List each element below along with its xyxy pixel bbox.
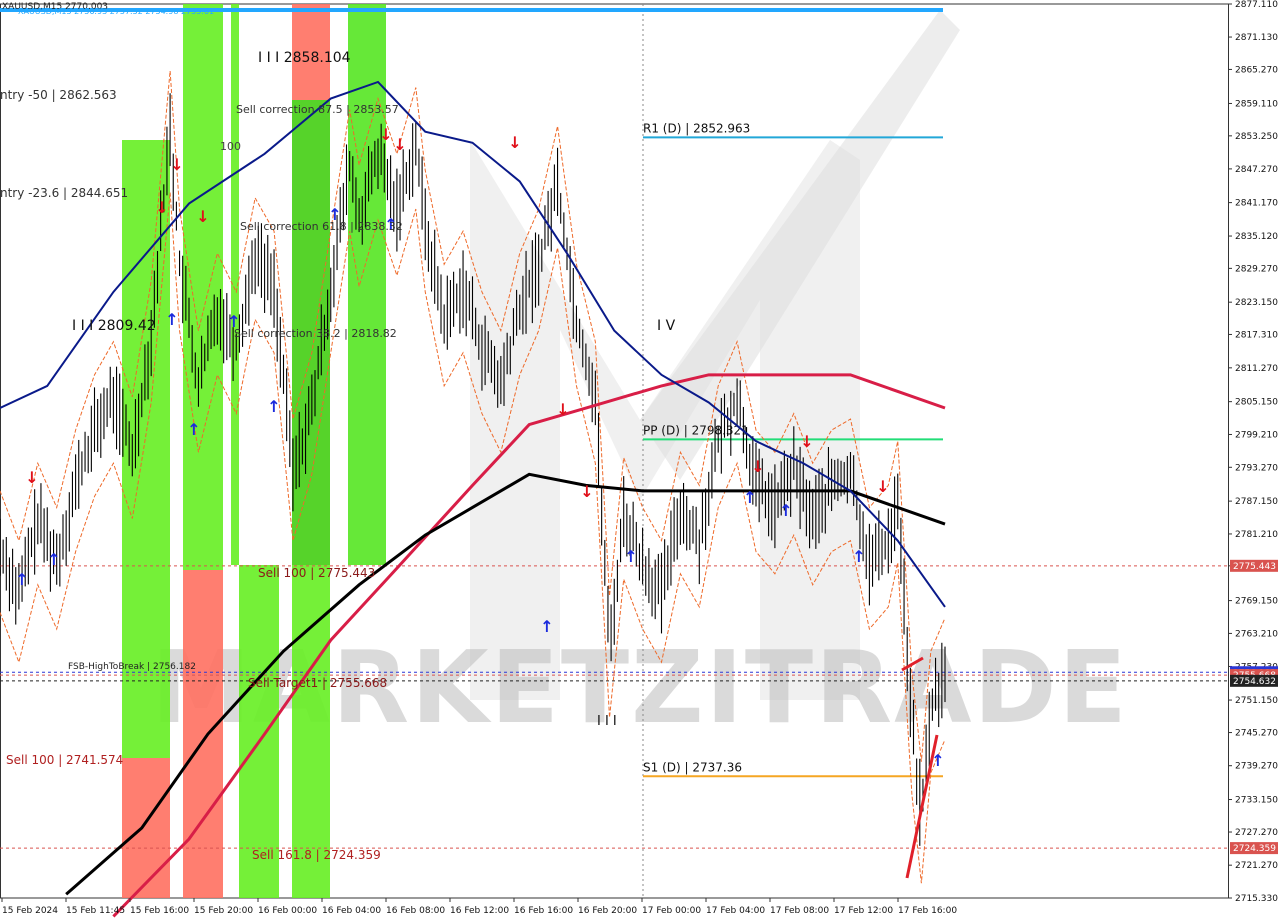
y-axis-tick-label: 2805.150 xyxy=(1235,398,1278,408)
chart-annotation: Sell correction 87.5 | 2853.57 xyxy=(236,103,399,116)
buy-arrow-icon: ↑ xyxy=(624,547,637,566)
chart-annotation: ntry -23.6 | 2844.651 xyxy=(0,186,128,200)
buy-arrow-icon: ↑ xyxy=(779,501,792,520)
y-axis-tick-label: 2847.270 xyxy=(1235,165,1278,175)
y-axis-tick-label: 2871.130 xyxy=(1235,33,1278,43)
zone-band xyxy=(183,570,223,898)
y-axis-tick-label: 2787.150 xyxy=(1235,497,1278,507)
price-tag-label: 2775.443 xyxy=(1233,562,1276,572)
sell-arrow-icon: ↓ xyxy=(800,432,813,451)
y-axis-tick-label: 2853.250 xyxy=(1235,132,1278,142)
y-axis-tick-label: 2865.270 xyxy=(1235,65,1278,75)
y-axis-tick-label: 2733.150 xyxy=(1235,796,1278,806)
sell-arrow-icon: ↓ xyxy=(170,155,183,174)
buy-arrow-icon: ↑ xyxy=(267,397,280,416)
x-axis-tick-label: 17 Feb 04:00 xyxy=(706,906,765,916)
sell-arrow-icon: ↓ xyxy=(876,477,889,496)
chart-annotation: Sell correction 38.2 | 2818.82 xyxy=(234,327,397,340)
y-axis-tick-label: 2793.270 xyxy=(1235,463,1278,473)
buy-arrow-icon: ↑ xyxy=(931,751,944,770)
y-axis-tick-label: 2763.210 xyxy=(1235,629,1278,639)
x-axis-tick-label: 16 Feb 00:00 xyxy=(258,906,317,916)
y-axis-tick-label: 2781.210 xyxy=(1235,530,1278,540)
zone-band xyxy=(122,758,170,898)
chart-annotation: I V xyxy=(657,318,676,334)
buy-arrow-icon: ↑ xyxy=(165,310,178,329)
y-axis-tick-label: 2769.150 xyxy=(1235,597,1278,607)
zone-band xyxy=(348,4,386,565)
y-axis-tick-label: 2829.270 xyxy=(1235,264,1278,274)
x-axis-tick-label: 15 Feb 16:00 xyxy=(130,906,189,916)
y-axis-tick-label: 2745.270 xyxy=(1235,729,1278,739)
y-axis-tick-label: 2727.270 xyxy=(1235,828,1278,838)
buy-arrow-icon: ↑ xyxy=(540,617,553,636)
chart-annotation: Sell Target1 | 2755.668 xyxy=(248,676,387,690)
y-axis-tick-label: 2841.170 xyxy=(1235,199,1278,209)
x-axis-tick-label: 16 Feb 12:00 xyxy=(450,906,509,916)
pivot-level-label: S1 (D) | 2737.36 xyxy=(643,760,742,774)
sell-arrow-icon: ↓ xyxy=(379,125,392,144)
chart-annotation: Sell correction 61.8 | 2838.32 xyxy=(240,220,403,233)
chart-annotation: 100 xyxy=(220,140,241,153)
pivot-level-label: R1 (D) | 2852.963 xyxy=(643,121,750,135)
sell-arrow-icon: ↓ xyxy=(196,207,209,226)
y-axis-tick-label: 2799.210 xyxy=(1235,430,1278,440)
sell-arrow-icon: ↓ xyxy=(751,457,764,476)
x-axis-tick-label: 17 Feb 08:00 xyxy=(770,906,829,916)
y-axis-tick-label: 2835.120 xyxy=(1235,232,1278,242)
x-axis-tick-label: 17 Feb 16:00 xyxy=(898,906,957,916)
price-tag-label: 2754.632 xyxy=(1233,677,1276,687)
y-axis-tick-label: 2859.110 xyxy=(1235,99,1278,109)
y-axis-tick-label: 2721.270 xyxy=(1235,861,1278,871)
x-axis-tick-label: 15 Feb 11:45 xyxy=(66,906,125,916)
sell-arrow-icon: ↓ xyxy=(508,133,521,152)
x-axis-tick-label: 17 Feb 00:00 xyxy=(642,906,701,916)
y-axis-tick-label: 2751.150 xyxy=(1235,696,1278,706)
y-axis-tick-label: 2817.310 xyxy=(1235,330,1278,340)
y-axis-tick-label: 2823.150 xyxy=(1235,298,1278,308)
chart-container: MARKETZITRADE R1 (D) | 2852.963 PP (D) | 2… xyxy=(0,0,1280,920)
chart-annotation: I I I 2858.104 xyxy=(258,50,351,66)
chart-annotation: I I I xyxy=(597,714,617,729)
price-chart[interactable]: MARKETZITRADER1 (D) | 2852.963PP (D) | 2… xyxy=(0,0,1280,920)
x-axis-tick-label: 15 Feb 2024 xyxy=(2,906,58,916)
buy-arrow-icon: ↑ xyxy=(187,420,200,439)
chart-annotation: Sell 100 | 2775.443 xyxy=(258,566,375,580)
pivot-level-label: PP (D) | 2798.321 xyxy=(643,423,749,437)
x-axis-tick-label: 17 Feb 12:00 xyxy=(834,906,893,916)
buy-arrow-icon: ↑ xyxy=(15,570,28,589)
x-axis-tick-label: 15 Feb 20:00 xyxy=(194,906,253,916)
chart-annotation: I I I 2809.42 xyxy=(72,318,156,334)
sell-arrow-icon: ↓ xyxy=(556,400,569,419)
sell-arrow-icon: ↓ xyxy=(580,482,593,501)
sell-arrow-icon: ↓ xyxy=(25,468,38,487)
chart-header-ohlc: XAUUSD,M15 2756.93 2757.52 2754.98 2755.… xyxy=(18,7,214,16)
x-axis-tick-label: 16 Feb 20:00 xyxy=(578,906,637,916)
chart-annotation: ntry -50 | 2862.563 xyxy=(0,88,117,102)
y-axis-tick-label: 2811.270 xyxy=(1235,364,1278,374)
x-axis-tick-label: 16 Feb 08:00 xyxy=(386,906,445,916)
y-axis-tick-label: 2877.110 xyxy=(1235,0,1278,10)
y-axis-tick-label: 2715.330 xyxy=(1235,894,1278,904)
sell-arrow-icon: ↓ xyxy=(393,135,406,154)
zone-band xyxy=(183,4,223,570)
buy-arrow-icon: ↑ xyxy=(852,547,865,566)
chart-annotation: Sell 161.8 | 2724.359 xyxy=(252,848,381,862)
buy-arrow-icon: ↑ xyxy=(743,488,756,507)
price-tag-label: 2724.359 xyxy=(1233,844,1276,854)
chart-annotation: Sell 100 | 2741.574 xyxy=(6,753,123,767)
buy-arrow-icon: ↑ xyxy=(47,550,60,569)
x-axis-tick-label: 16 Feb 04:00 xyxy=(322,906,381,916)
chart-annotation: FSB-HighToBreak | 2756.182 xyxy=(68,662,196,672)
x-axis-tick-label: 16 Feb 16:00 xyxy=(514,906,573,916)
y-axis-tick-label: 2739.270 xyxy=(1235,762,1278,772)
sell-arrow-icon: ↓ xyxy=(155,198,168,217)
